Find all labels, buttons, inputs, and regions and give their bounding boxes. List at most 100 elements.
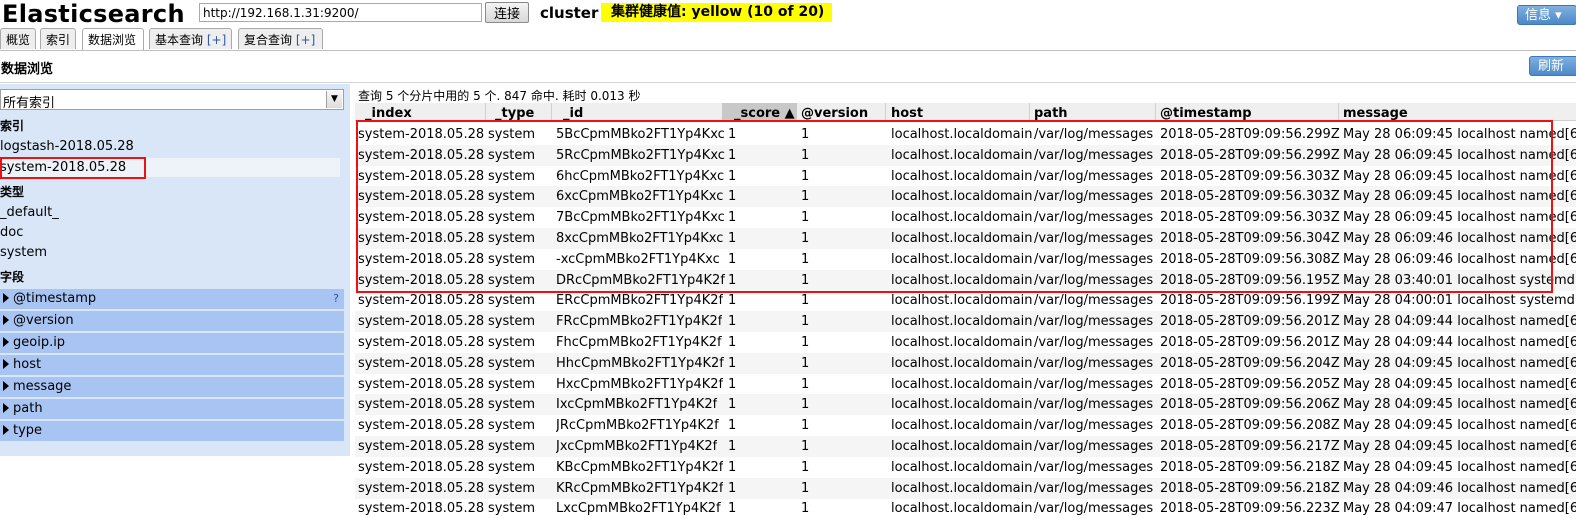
table-row[interactable]: system-2018.05.28 system 8xcCpmMBko2FT1Yp4… bbox=[355, 228, 1576, 249]
field-row-geoip[interactable]: geoip.ip bbox=[0, 333, 344, 353]
tab-basic-query[interactable]: 基本查询 [+] bbox=[149, 28, 232, 49]
table-row[interactable]: system-2018.05.28 system FRcCpmMBko2FT1Yp4… bbox=[355, 311, 1576, 333]
table-row[interactable]: system-2018.05.28 system FhcCpmMBko2FT1Yp4… bbox=[355, 332, 1576, 353]
table-row[interactable]: system-2018.05.28 system 5BcCpmMBko2FT1Yp4… bbox=[355, 124, 1576, 145]
table-row[interactable]: system-2018.05.28 system 6xcCpmMBko2FT1Yp4… bbox=[355, 186, 1576, 208]
page-title: 数据浏览 bbox=[1, 62, 54, 77]
table-row[interactable]: system-2018.05.28 system KRcCpmMBko2FT1Yp4… bbox=[355, 477, 1576, 499]
table-row[interactable]: system-2018.05.28 system JRcCpmMBko2FT1Yp4… bbox=[355, 415, 1576, 436]
column-header-host[interactable]: host bbox=[891, 103, 923, 120]
cell-index: system-2018.05.28 bbox=[358, 272, 485, 288]
field-row-timestamp[interactable]: @timestamp? bbox=[0, 289, 344, 309]
sidebar-item-index[interactable]: logstash-2018.05.28 bbox=[0, 139, 134, 154]
index-select[interactable]: 所有索引 ▼ bbox=[0, 89, 344, 111]
cell-timestamp: 2018-05-28T09:09:56.217Z bbox=[1160, 439, 1340, 454]
field-label: type bbox=[13, 423, 43, 438]
cell-host: localhost.localdomain bbox=[891, 501, 1033, 517]
refresh-button[interactable]: 刷新 bbox=[1529, 56, 1576, 76]
url-input[interactable] bbox=[199, 3, 482, 22]
cell-score: 1 bbox=[728, 335, 737, 350]
cell-path: /var/log/messages bbox=[1034, 293, 1154, 309]
cell-version: 1 bbox=[801, 397, 810, 413]
column-divider bbox=[1338, 103, 1339, 120]
table-row[interactable]: system-2018.05.28 system 6hcCpmMBko2FT1Yp4… bbox=[355, 166, 1576, 187]
column-header-index[interactable]: _index bbox=[365, 103, 412, 120]
cell-index: system-2018.05.28 bbox=[358, 480, 485, 496]
query-summary: 查询 5 个分片中用的 5 个. 847 命中. 耗时 0.013 秒 bbox=[358, 89, 641, 103]
tab-overview[interactable]: 概览 bbox=[0, 28, 36, 49]
cell-path: /var/log/messages bbox=[1034, 418, 1154, 434]
column-header-score[interactable]: _score ▲ bbox=[722, 103, 797, 120]
cell-type: system bbox=[488, 127, 535, 142]
cell-path: /var/log/messages bbox=[1034, 272, 1154, 288]
tab-divider bbox=[0, 50, 1576, 51]
cell-id: JxcCpmMBko2FT1Yp4K2f bbox=[556, 439, 718, 454]
sidebar-item-type[interactable]: doc bbox=[0, 225, 23, 240]
column-header-id[interactable]: _id bbox=[563, 103, 583, 120]
table-row[interactable]: system-2018.05.28 system IxcCpmMBko2FT1Yp4… bbox=[355, 394, 1576, 416]
column-divider bbox=[485, 103, 486, 120]
tab-label: 数据浏览 bbox=[88, 33, 137, 47]
expand-triangle-icon bbox=[3, 293, 9, 303]
cell-id: 8xcCpmMBko2FT1Yp4Kxc bbox=[556, 231, 724, 246]
table-row[interactable]: system-2018.05.28 system HhcCpmMBko2FT1Yp4… bbox=[355, 352, 1576, 374]
cell-message: May 28 04:00:01 localhost systemd[ bbox=[1343, 293, 1576, 309]
cell-timestamp: 2018-05-28T09:09:56.199Z bbox=[1160, 293, 1340, 309]
column-header-type[interactable]: _type bbox=[495, 103, 534, 120]
cell-type: system bbox=[488, 272, 535, 288]
table-row[interactable]: system-2018.05.28 system -xcCpmMBko2FT1Yp4… bbox=[355, 249, 1576, 270]
tab-indices[interactable]: 索引 bbox=[40, 28, 76, 49]
cell-index: system-2018.05.28 bbox=[358, 147, 485, 163]
tab-add-icon[interactable]: [+] bbox=[207, 33, 226, 47]
cell-timestamp: 2018-05-28T09:09:56.206Z bbox=[1160, 397, 1340, 413]
cell-index: system-2018.05.28 bbox=[358, 127, 485, 142]
cell-message: May 28 06:09:45 localhost named[6 bbox=[1343, 168, 1576, 184]
tab-add-icon[interactable]: [+] bbox=[296, 33, 315, 47]
indices-heading: 索引 bbox=[0, 119, 25, 133]
field-row-message[interactable]: message bbox=[0, 377, 344, 397]
table-row[interactable]: system-2018.05.28 system 5RcCpmMBko2FT1Yp4… bbox=[355, 144, 1576, 166]
chevron-down-icon[interactable]: ▼ bbox=[326, 91, 342, 108]
tab-compound-query[interactable]: 复合查询 [+] bbox=[238, 28, 323, 49]
cell-timestamp: 2018-05-28T09:09:56.299Z bbox=[1160, 147, 1340, 163]
sidebar-item-type[interactable]: system bbox=[0, 245, 47, 260]
cell-id: JRcCpmMBko2FT1Yp4K2f bbox=[556, 418, 719, 434]
table-row[interactable]: system-2018.05.28 system 7BcCpmMBko2FT1Yp4… bbox=[355, 207, 1576, 228]
cell-message: May 28 06:09:46 localhost named[6 bbox=[1343, 231, 1576, 246]
cell-index: system-2018.05.28 bbox=[358, 355, 485, 371]
expand-triangle-icon bbox=[3, 403, 9, 413]
cell-version: 1 bbox=[801, 376, 810, 392]
field-row-path[interactable]: path bbox=[0, 399, 344, 419]
sidebar-item-type[interactable]: _default_ bbox=[0, 205, 59, 220]
cell-type: system bbox=[488, 397, 535, 413]
types-heading: 类型 bbox=[0, 185, 25, 199]
table-row[interactable]: system-2018.05.28 system JxcCpmMBko2FT1Yp4… bbox=[355, 436, 1576, 457]
field-row-host[interactable]: host bbox=[0, 355, 344, 375]
column-header-timestamp[interactable]: @timestamp bbox=[1160, 103, 1252, 120]
cell-version: 1 bbox=[801, 418, 810, 434]
column-divider bbox=[1155, 103, 1156, 120]
cluster-health-status: 集群健康值: yellow (10 of 20) bbox=[601, 3, 833, 22]
cell-message: May 28 06:09:45 localhost named[6 bbox=[1343, 127, 1576, 142]
table-row[interactable]: system-2018.05.28 system DRcCpmMBko2FT1Yp4… bbox=[355, 269, 1576, 291]
cell-path: /var/log/messages bbox=[1034, 210, 1154, 226]
help-icon[interactable]: ? bbox=[333, 289, 339, 309]
column-header-message[interactable]: message bbox=[1343, 103, 1408, 120]
sidebar-item-index[interactable]: system-2018.05.28 bbox=[0, 158, 340, 177]
table-row[interactable]: system-2018.05.28 system LxcCpmMBko2FT1Yp4… bbox=[355, 498, 1576, 518]
info-menu-button[interactable]: 信息 ▾ bbox=[1517, 5, 1576, 25]
field-row-version[interactable]: @version bbox=[0, 311, 344, 331]
table-row[interactable]: system-2018.05.28 system HxcCpmMBko2FT1Yp4… bbox=[355, 374, 1576, 395]
section-divider bbox=[0, 82, 1576, 83]
table-row[interactable]: system-2018.05.28 system KBcCpmMBko2FT1Yp4… bbox=[355, 457, 1576, 478]
cell-score: 1 bbox=[728, 210, 737, 226]
table-row[interactable]: system-2018.05.28 system ERcCpmMBko2FT1Yp4… bbox=[355, 290, 1576, 311]
column-header-path[interactable]: path bbox=[1034, 103, 1068, 120]
cell-id: HhcCpmMBko2FT1Yp4K2f bbox=[556, 355, 724, 371]
cell-message: May 28 04:09:45 localhost named[6 bbox=[1343, 418, 1576, 434]
tab-data-browser[interactable]: 数据浏览 bbox=[82, 28, 144, 51]
connect-button[interactable]: 连接 bbox=[485, 2, 529, 23]
cell-version: 1 bbox=[801, 335, 810, 350]
field-row-type[interactable]: type bbox=[0, 421, 344, 441]
column-header-version[interactable]: @version bbox=[801, 103, 868, 120]
